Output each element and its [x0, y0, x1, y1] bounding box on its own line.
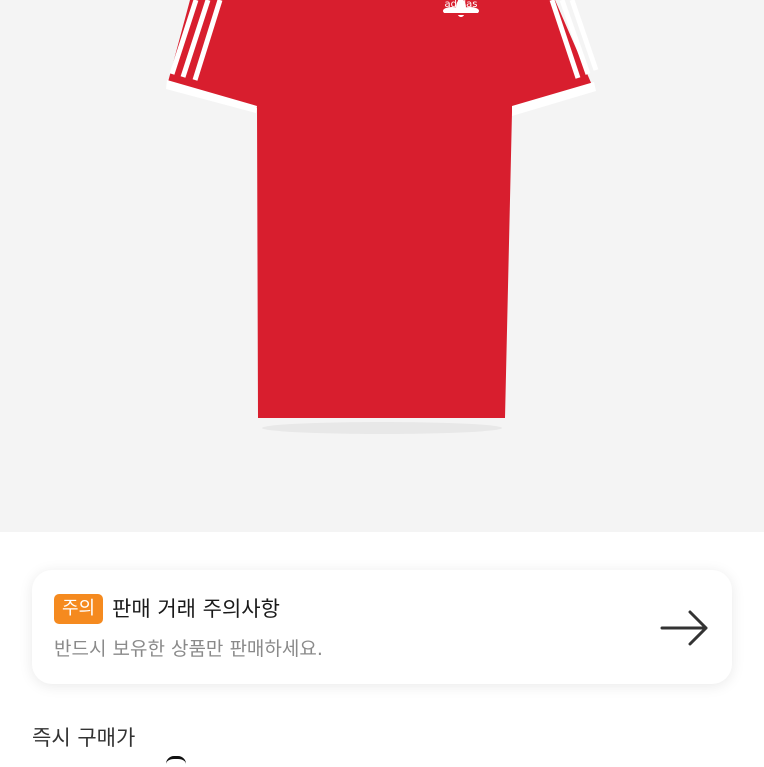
sales-caution-card[interactable]: 주의 판매 거래 주의사항 반드시 보유한 상품만 판매하세요. [32, 570, 732, 684]
caution-badge: 주의 [54, 594, 104, 624]
tshirt-illustration [166, 0, 599, 434]
adidas-logo: adidas [440, 0, 482, 30]
caution-title: 판매 거래 주의사항 [112, 597, 280, 621]
instant-buy-price-label: 즉시 구매가 [32, 726, 136, 750]
trefoil-icon [443, 0, 479, 17]
caution-description: 반드시 보유한 상품만 판매하세요. [54, 638, 323, 660]
price-value-partial [166, 756, 186, 767]
product-image[interactable]: adidas [0, 0, 764, 532]
arrow-right-icon[interactable] [660, 610, 710, 646]
